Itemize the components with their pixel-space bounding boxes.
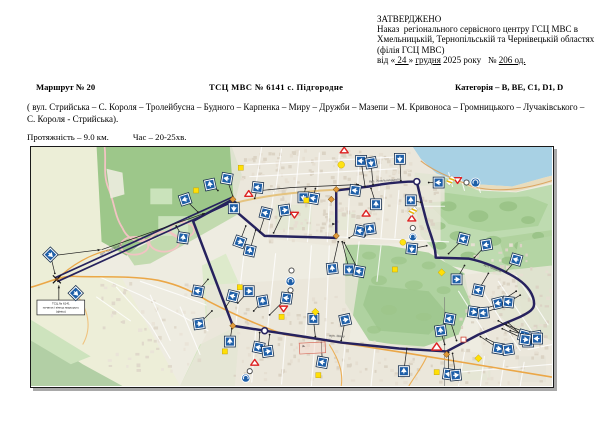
svg-text:вул. Миру: вул. Миру [329,334,345,339]
svg-text:(фініш): (фініш) [56,310,66,314]
